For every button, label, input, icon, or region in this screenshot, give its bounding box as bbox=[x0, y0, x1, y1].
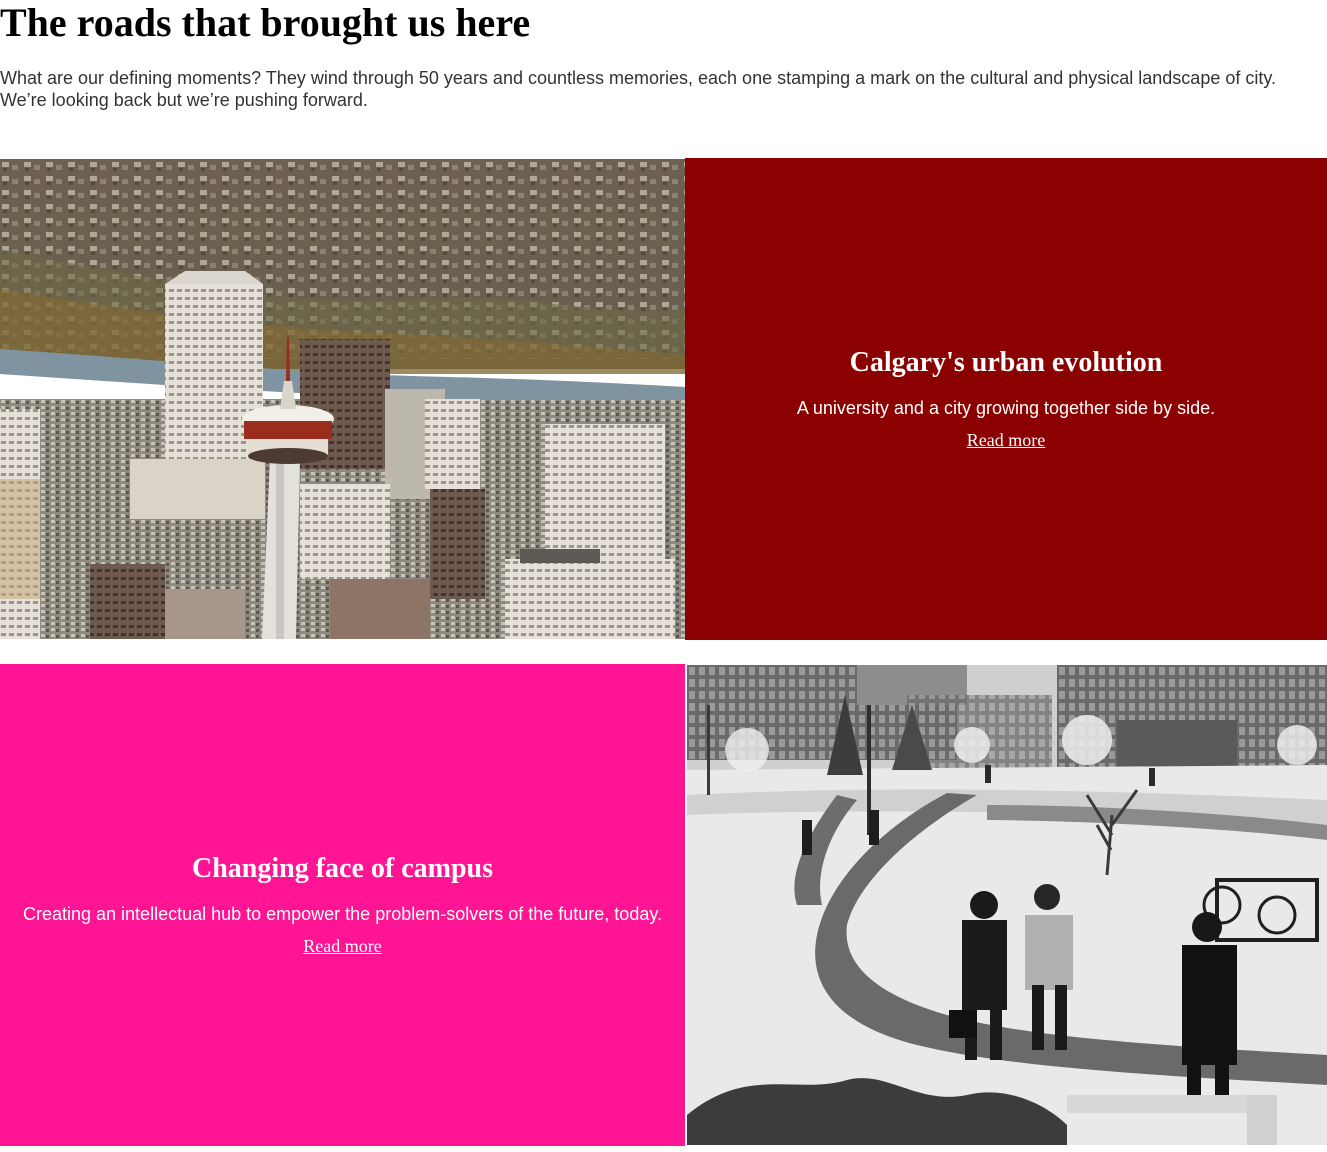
story-title: Changing face of campus bbox=[191, 853, 493, 884]
story-title: Calgary's urban evolution bbox=[849, 347, 1163, 378]
read-more-link[interactable]: Read more bbox=[967, 429, 1045, 451]
page-title: The roads that brought us here bbox=[0, 0, 531, 45]
story-description: A university and a city growing together… bbox=[796, 398, 1216, 418]
winter-campus-photo bbox=[687, 665, 1327, 1145]
aerial-city-photo bbox=[0, 159, 685, 639]
intro-paragraph: What are our defining moments? They wind… bbox=[0, 68, 1277, 110]
story-panel-urban-evolution: Calgary's urban evolution A university a… bbox=[685, 158, 1327, 640]
story-description: Creating an intellectual hub to empower … bbox=[22, 904, 663, 924]
read-more-link[interactable]: Read more bbox=[303, 935, 381, 957]
story-panel-campus: Changing face of campus Creating an inte… bbox=[0, 664, 685, 1146]
